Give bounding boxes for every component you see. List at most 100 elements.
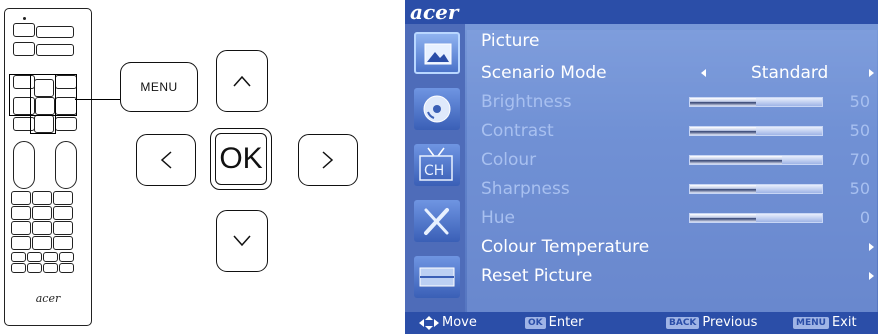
slider-fill <box>690 214 756 222</box>
remote-button[interactable] <box>55 117 77 131</box>
menu-key[interactable]: MENU <box>120 62 198 112</box>
ch-label: CH <box>424 163 444 179</box>
tab-picture[interactable] <box>414 32 460 74</box>
chevron-right-icon <box>322 151 334 169</box>
remote-number-button[interactable] <box>11 191 31 205</box>
scenario-mode-row[interactable]: Scenario Mode Standard <box>481 61 876 85</box>
brightness-label: Brightness <box>481 92 572 112</box>
footer-move: Move <box>442 315 477 330</box>
remote-power-button[interactable] <box>13 23 35 37</box>
move-arrows-icon <box>419 316 439 330</box>
tab-channel[interactable]: CH <box>414 144 460 186</box>
callout-line <box>75 99 120 100</box>
contrast-slider[interactable] <box>689 126 823 136</box>
remote-number-button[interactable] <box>32 236 52 250</box>
right-key[interactable] <box>298 134 358 186</box>
ch-icon: CH <box>419 147 453 181</box>
power-indicator <box>23 17 26 20</box>
colour-temperature-row[interactable]: Colour Temperature <box>481 235 876 259</box>
remote-button[interactable] <box>59 252 74 262</box>
reset-picture-row[interactable]: Reset Picture <box>481 264 876 288</box>
colour-temperature-label: Colour Temperature <box>481 237 650 257</box>
footer-exit-label: Exit <box>831 315 857 330</box>
remote-number-button[interactable] <box>53 236 73 250</box>
chevron-down-icon <box>233 235 251 247</box>
scenario-mode-value: Standard <box>751 63 829 83</box>
remote-number-button[interactable] <box>53 221 73 235</box>
remote-number-button[interactable] <box>32 191 52 205</box>
remote-button[interactable] <box>27 252 42 262</box>
brightness-value: 50 <box>849 92 870 111</box>
contrast-value: 50 <box>849 121 870 140</box>
picture-icon <box>424 43 452 65</box>
footer-previous: BACK Previous <box>666 312 757 334</box>
menu-badge: MENU <box>793 317 829 329</box>
slider-fill <box>690 98 756 106</box>
nav-cluster-highlight <box>30 74 56 134</box>
osd-sidebar: CH <box>405 24 465 312</box>
remote-button[interactable] <box>43 263 58 273</box>
colour-label: Colour <box>481 150 537 170</box>
arrow-right-icon[interactable] <box>869 69 874 77</box>
disc-icon <box>423 95 451 123</box>
remote-button[interactable] <box>43 252 58 262</box>
remote-button[interactable] <box>36 26 74 38</box>
tab-display[interactable] <box>414 256 460 298</box>
remote-control: acer <box>4 8 92 326</box>
reset-picture-label: Reset Picture <box>481 266 593 286</box>
hue-row[interactable]: Hue 0 <box>481 206 876 230</box>
tab-setup[interactable] <box>414 200 460 242</box>
remote-button[interactable] <box>59 263 74 273</box>
ok-label: OK <box>215 133 267 185</box>
remote-button[interactable] <box>27 263 42 273</box>
tools-icon <box>424 208 449 235</box>
remote-number-button[interactable] <box>53 206 73 220</box>
contrast-row[interactable]: Contrast 50 <box>481 119 876 143</box>
ok-key[interactable]: OK <box>210 128 272 190</box>
remote-number-button[interactable] <box>11 236 31 250</box>
remote-number-button[interactable] <box>11 221 31 235</box>
footer-enter-label: Enter <box>548 315 584 330</box>
colour-row[interactable]: Colour 70 <box>481 148 876 172</box>
brightness-slider[interactable] <box>689 97 823 107</box>
colour-slider[interactable] <box>689 155 823 165</box>
hue-value: 0 <box>859 208 870 227</box>
sharpness-label: Sharpness <box>481 179 570 199</box>
brightness-row[interactable]: Brightness 50 <box>481 90 876 114</box>
remote-button[interactable] <box>13 42 35 56</box>
colour-value: 70 <box>849 150 870 169</box>
left-key[interactable] <box>136 134 196 186</box>
remote-button[interactable] <box>36 44 74 56</box>
arrow-left-icon[interactable] <box>701 69 706 77</box>
arrow-right-icon <box>869 243 874 251</box>
remote-button[interactable] <box>11 263 26 273</box>
remote-number-button[interactable] <box>32 206 52 220</box>
up-key[interactable] <box>216 50 268 112</box>
footer-exit: MENU Exit <box>793 312 857 334</box>
back-badge: BACK <box>666 317 700 329</box>
monitor-icon <box>419 267 455 287</box>
chevron-left-icon <box>160 151 172 169</box>
sharpness-slider[interactable] <box>689 184 823 194</box>
sharpness-value: 50 <box>849 179 870 198</box>
hue-slider[interactable] <box>689 213 823 223</box>
down-key[interactable] <box>216 210 268 272</box>
menu-title: Picture <box>481 31 540 51</box>
osd-footer: Move OK Enter BACK Previous MENU Exit <box>405 312 878 334</box>
footer-previous-label: Previous <box>702 315 758 330</box>
remote-number-button[interactable] <box>11 206 31 220</box>
osd-logo: acer <box>410 0 459 24</box>
slider-fill <box>690 185 756 193</box>
remote-number-button[interactable] <box>32 221 52 235</box>
remote-logo: acer <box>35 292 61 305</box>
remote-channel-rocker[interactable] <box>55 141 77 189</box>
sharpness-row[interactable]: Sharpness 50 <box>481 177 876 201</box>
ok-badge: OK <box>525 317 546 329</box>
remote-number-button[interactable] <box>53 191 73 205</box>
remote-button[interactable] <box>11 252 26 262</box>
remote-volume-rocker[interactable] <box>13 141 35 189</box>
osd-header: acer <box>405 0 878 24</box>
slider-fill <box>690 127 756 135</box>
arrow-right-icon <box>869 272 874 280</box>
tab-sound[interactable] <box>414 88 460 130</box>
